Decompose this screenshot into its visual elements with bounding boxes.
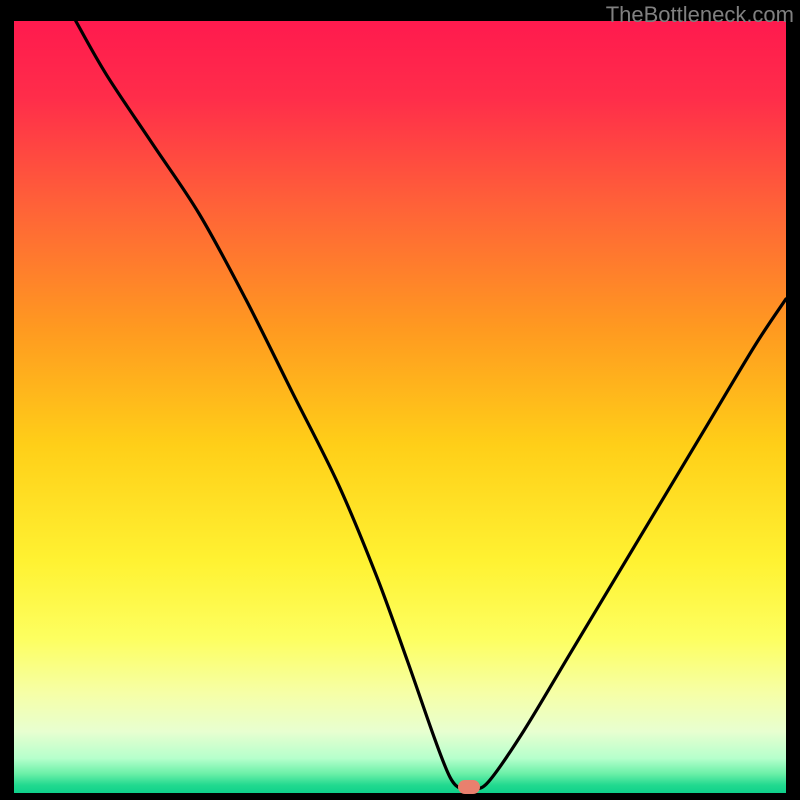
optimal-point-marker	[458, 780, 480, 794]
chart-frame	[14, 21, 786, 793]
watermark-text: TheBottleneck.com	[606, 2, 794, 28]
bottleneck-curve	[76, 21, 786, 790]
plot-area	[14, 21, 786, 793]
bottleneck-curve-layer	[14, 21, 786, 793]
